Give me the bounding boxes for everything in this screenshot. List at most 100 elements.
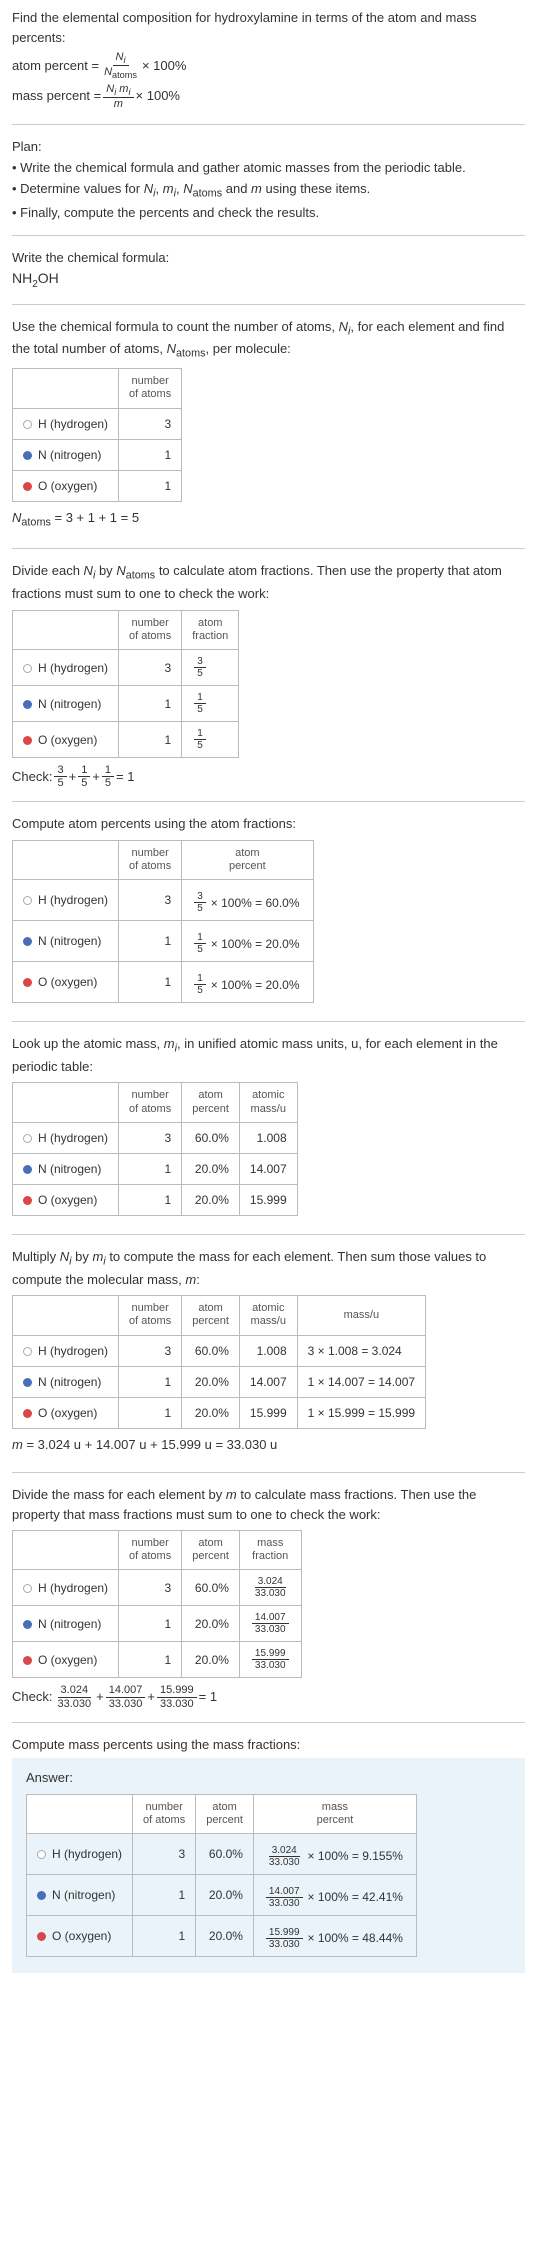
- table-header-row: numberof atoms: [13, 369, 182, 408]
- atom-count: 3: [119, 408, 182, 439]
- oxygen-dot-icon: [23, 1409, 32, 1418]
- times-100-2: × 100%: [136, 86, 180, 106]
- answer-table: numberof atoms atompercent masspercent H…: [26, 1794, 417, 1957]
- table-row: O (oxygen) 1 20.0% 15.999: [13, 1184, 298, 1215]
- answer-label: Answer:: [26, 1768, 511, 1788]
- plan-label: Plan:: [12, 137, 525, 157]
- table-header-row: numberof atoms atompercent massfraction: [13, 1531, 302, 1570]
- table-row: O (oxygen) 1 15: [13, 722, 239, 758]
- atomic-mass-table: numberof atoms atompercent atomicmass/u …: [12, 1082, 298, 1215]
- plan-item: • Finally, compute the percents and chec…: [12, 203, 525, 223]
- table-row: O (oxygen) 1: [13, 470, 182, 501]
- mass-percent-section: Compute mass percents using the mass fra…: [12, 1735, 525, 1985]
- oxygen-dot-icon: [23, 978, 32, 987]
- table-row: O (oxygen) 1 20.0% 15.99933.030× 100% = …: [27, 1915, 417, 1956]
- nitrogen-dot-icon: [23, 1165, 32, 1174]
- nitrogen-dot-icon: [23, 1620, 32, 1629]
- atom-fraction-check: Check: 35 + 15 + 15 = 1: [12, 764, 525, 789]
- oxygen-dot-icon: [37, 1932, 46, 1941]
- chemical-formula-section: Write the chemical formula: NH2OH: [12, 248, 525, 304]
- multiply-text: Multiply Ni by mi to compute the mass fo…: [12, 1247, 525, 1289]
- count-atoms-section: Use the chemical formula to count the nu…: [12, 317, 525, 550]
- m-equation: m = 3.024 u + 14.007 u + 15.999 u = 33.0…: [12, 1435, 525, 1455]
- oxygen-dot-icon: [23, 1656, 32, 1665]
- table-row: H (hydrogen) 3 60.0% 3.02433.030× 100% =…: [27, 1833, 417, 1874]
- atom-percent-label: atom percent =: [12, 56, 99, 76]
- nitrogen-dot-icon: [23, 451, 32, 460]
- atom-percent-table: numberof atoms atompercent H (hydrogen) …: [12, 840, 314, 1003]
- table-header-row: numberof atoms atompercent atomicmass/u: [13, 1083, 298, 1122]
- oxygen-dot-icon: [23, 736, 32, 745]
- hydrogen-dot-icon: [23, 420, 32, 429]
- hydrogen-dot-icon: [23, 664, 32, 673]
- table-header-row: numberof atoms atompercent: [13, 840, 314, 879]
- table-header-row: numberof atoms atomfraction: [13, 610, 239, 649]
- table-row: N (nitrogen) 1 15: [13, 686, 239, 722]
- element-name: N (nitrogen): [38, 448, 101, 462]
- molecular-mass-section: Multiply Ni by mi to compute the mass fo…: [12, 1247, 525, 1473]
- oxygen-dot-icon: [23, 1196, 32, 1205]
- chemical-formula: NH2OH: [12, 268, 525, 292]
- atom-fraction-table: numberof atoms atomfraction H (hydrogen)…: [12, 610, 239, 758]
- atomic-mass-section: Look up the atomic mass, mi, in unified …: [12, 1034, 525, 1235]
- hydrogen-dot-icon: [23, 896, 32, 905]
- atom-count: 1: [119, 470, 182, 501]
- table-row: H (hydrogen) 3 35: [13, 650, 239, 686]
- oxygen-dot-icon: [23, 482, 32, 491]
- divide-text: Divide each Ni by Natoms to calculate at…: [12, 561, 525, 603]
- table-row: H (hydrogen) 3 35× 100% = 60.0%: [13, 880, 314, 921]
- table-row: H (hydrogen) 3: [13, 408, 182, 439]
- table-row: N (nitrogen) 1 20.0% 14.00733.030: [13, 1606, 302, 1642]
- write-formula-label: Write the chemical formula:: [12, 248, 525, 268]
- table-row: O (oxygen) 1 20.0% 15.99933.030: [13, 1642, 302, 1678]
- table-row: N (nitrogen) 1: [13, 439, 182, 470]
- plan-section: Plan: • Write the chemical formula and g…: [12, 137, 525, 236]
- hydrogen-dot-icon: [23, 1584, 32, 1593]
- mass-percent-formula: mass percent = Ni mi m × 100%: [12, 83, 525, 110]
- table-row: N (nitrogen) 1 15× 100% = 20.0%: [13, 921, 314, 962]
- mass-calc-table: numberof atoms atompercent atomicmass/u …: [12, 1295, 426, 1428]
- table-row: O (oxygen) 1 20.0% 15.999 1 × 15.999 = 1…: [13, 1397, 426, 1428]
- atom-count-table: numberof atoms H (hydrogen) 3 N (nitroge…: [12, 368, 182, 501]
- plan-item: • Determine values for Ni, mi, Natoms an…: [12, 179, 525, 202]
- col-atom-fraction: atomfraction: [182, 610, 239, 649]
- table-row: H (hydrogen) 3 60.0% 1.008: [13, 1122, 298, 1153]
- plan-list: • Write the chemical formula and gather …: [12, 158, 525, 222]
- atom-percent-formula: atom percent = Ni Natoms × 100%: [12, 51, 525, 81]
- hydrogen-dot-icon: [23, 1347, 32, 1356]
- nitrogen-dot-icon: [37, 1891, 46, 1900]
- mass-fraction-section: Divide the mass for each element by m to…: [12, 1485, 525, 1723]
- n-atoms-equation: Natoms = 3 + 1 + 1 = 5: [12, 508, 525, 531]
- nitrogen-dot-icon: [23, 1378, 32, 1387]
- answer-box: Answer: numberof atoms atompercent massp…: [12, 1758, 525, 1973]
- mass-percent-frac: Ni mi m: [103, 83, 133, 110]
- table-row: H (hydrogen) 3 60.0% 1.008 3 × 1.008 = 3…: [13, 1335, 426, 1366]
- table-row: O (oxygen) 1 15× 100% = 20.0%: [13, 962, 314, 1003]
- atom-percent-section: Compute atom percents using the atom fra…: [12, 814, 525, 1022]
- table-row: H (hydrogen) 3 60.0% 3.02433.030: [13, 1570, 302, 1606]
- atom-percent-frac: Ni Natoms: [101, 51, 140, 81]
- table-header-row: numberof atoms atompercent masspercent: [27, 1794, 417, 1833]
- hydrogen-dot-icon: [37, 1850, 46, 1859]
- compute-atom-pct-text: Compute atom percents using the atom fra…: [12, 814, 525, 834]
- lookup-mass-text: Look up the atomic mass, mi, in unified …: [12, 1034, 525, 1076]
- col-number-of-atoms: numberof atoms: [119, 610, 182, 649]
- element-name: O (oxygen): [38, 479, 97, 493]
- compute-mass-pct-text: Compute mass percents using the mass fra…: [12, 1735, 525, 1755]
- nitrogen-dot-icon: [23, 700, 32, 709]
- plan-item: • Write the chemical formula and gather …: [12, 158, 525, 178]
- table-row: N (nitrogen) 1 20.0% 14.00733.030× 100% …: [27, 1874, 417, 1915]
- intro-text: Find the elemental composition for hydro…: [12, 8, 525, 47]
- atom-fraction-section: Divide each Ni by Natoms to calculate at…: [12, 561, 525, 802]
- table-row: N (nitrogen) 1 20.0% 14.007 1 × 14.007 =…: [13, 1366, 426, 1397]
- mass-percent-label: mass percent =: [12, 86, 101, 106]
- element-name: H (hydrogen): [38, 417, 108, 431]
- nitrogen-dot-icon: [23, 937, 32, 946]
- count-atoms-text: Use the chemical formula to count the nu…: [12, 317, 525, 363]
- col-number-of-atoms: numberof atoms: [119, 369, 182, 408]
- table-row: N (nitrogen) 1 20.0% 14.007: [13, 1153, 298, 1184]
- mass-fraction-check: Check: 3.02433.030 + 14.00733.030 + 15.9…: [12, 1684, 525, 1709]
- divide-mass-text: Divide the mass for each element by m to…: [12, 1485, 525, 1524]
- times-100: × 100%: [142, 56, 186, 76]
- mass-fraction-table: numberof atoms atompercent massfraction …: [12, 1530, 302, 1678]
